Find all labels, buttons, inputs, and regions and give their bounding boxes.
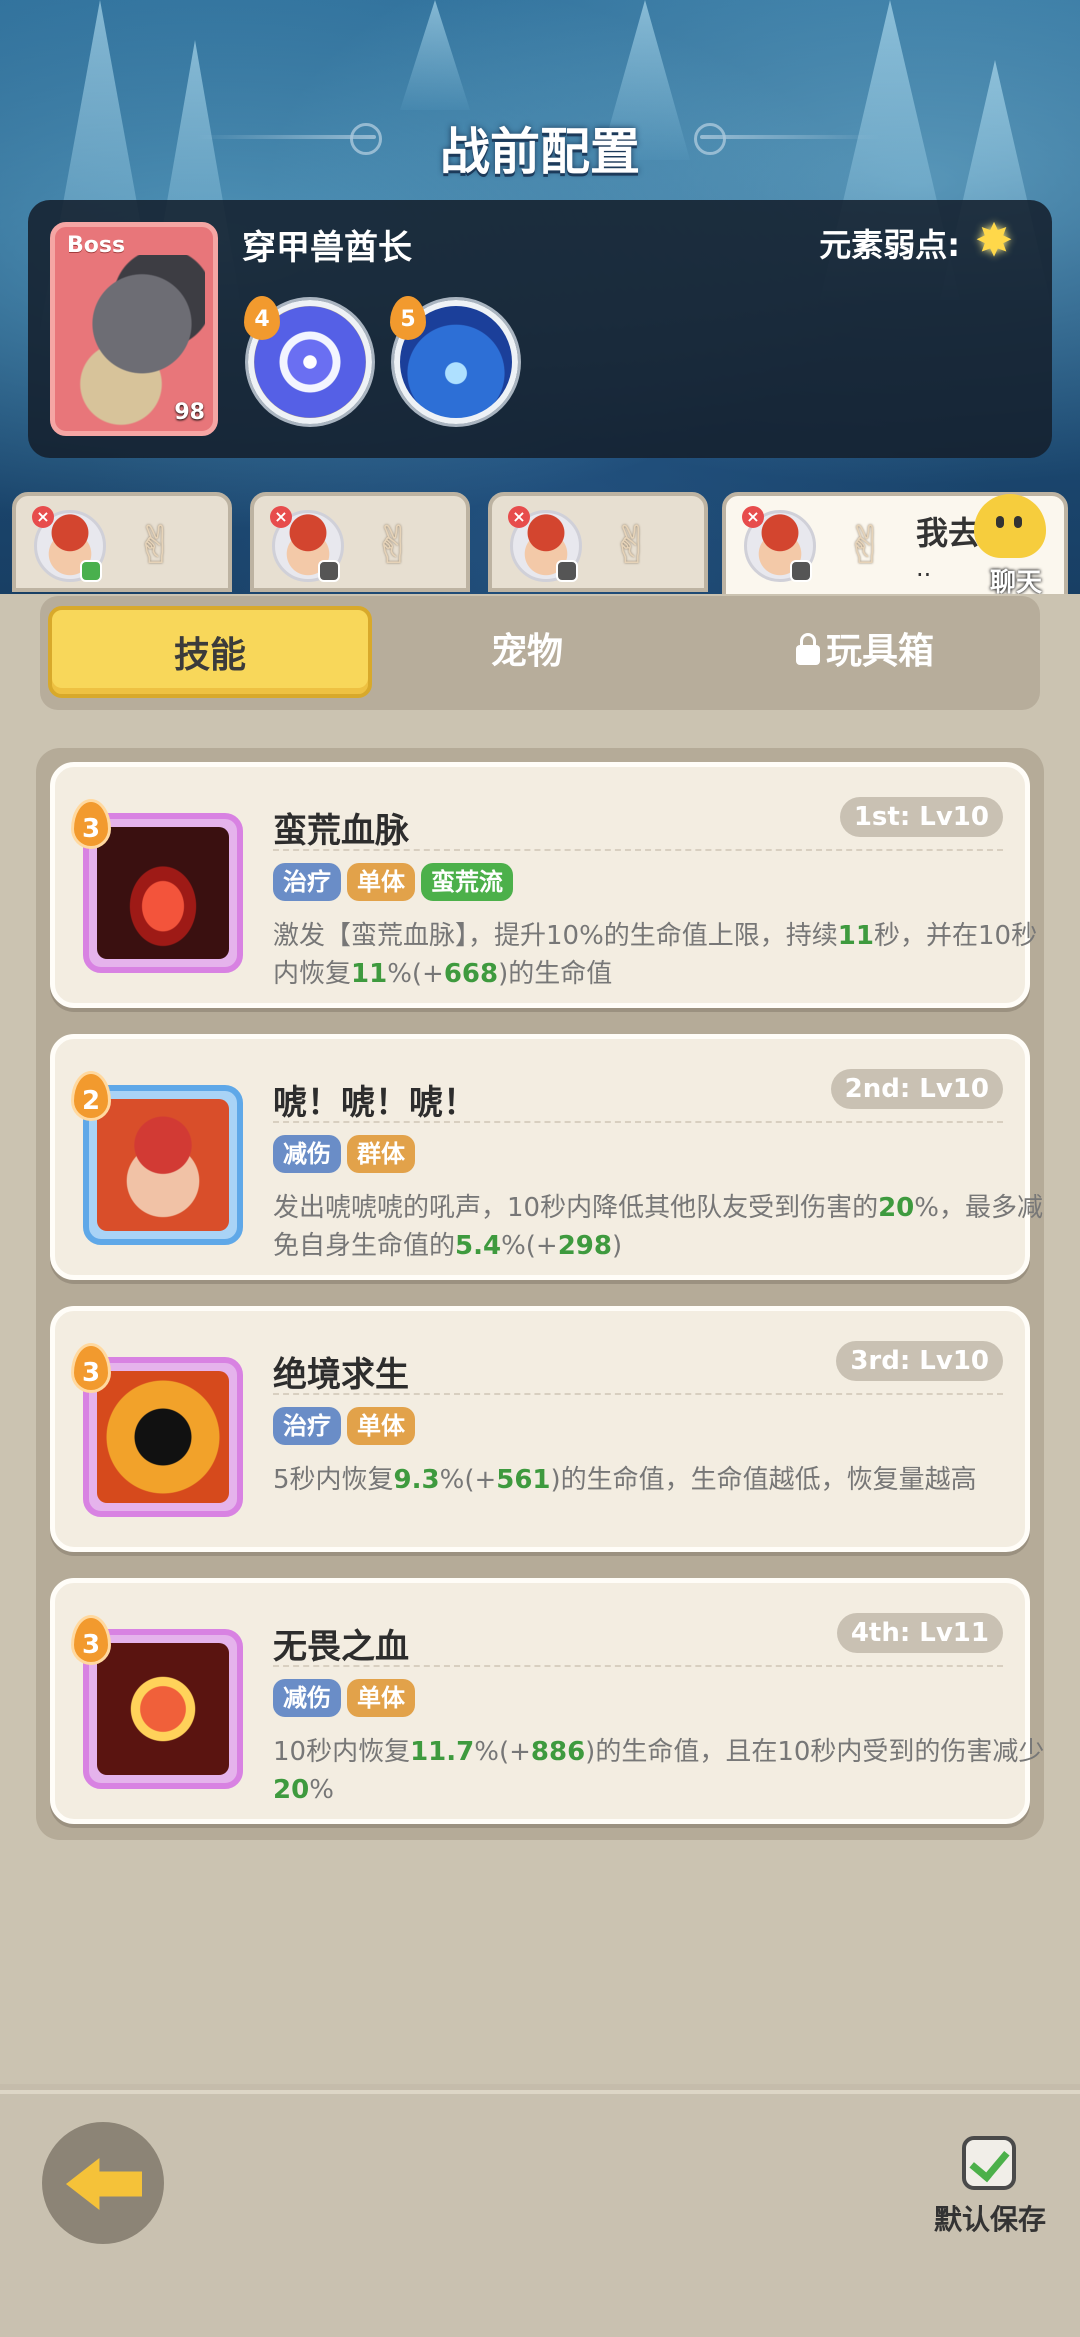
skill-rank-badge: 1st: Lv10: [839, 797, 1003, 837]
divider: [273, 1121, 1003, 1123]
skill-card[interactable]: 3 无畏之血 4th: Lv11 减伤 单体 10秒内恢复11.7%(+886)的…: [50, 1578, 1044, 1824]
skill-rank-badge: 3rd: Lv10: [836, 1341, 1003, 1381]
skill-level-badge: 3: [71, 1615, 111, 1665]
tab-pet[interactable]: 宠物: [382, 606, 672, 698]
skill-name: 无畏之血: [273, 1627, 409, 1667]
skill-description: 激发【蛮荒血脉】，提升10%的生命值上限，持续11秒，并在10秒内恢复11%(+…: [273, 921, 1038, 989]
lock-icon: [795, 633, 820, 665]
hero-tab-3[interactable]: × ✌: [488, 492, 708, 592]
skill-card[interactable]: 2 唬！唬！唬！ 2nd: Lv10 减伤 群体 发出唬唬唬的吼声，10秒内降低其…: [50, 1034, 1043, 1280]
back-button[interactable]: [42, 2122, 164, 2244]
divider: [273, 1393, 1003, 1395]
remove-icon: ×: [32, 506, 54, 528]
hand-sign-icon: ✌: [844, 516, 888, 576]
skill-tag: 治疗: [273, 1407, 341, 1445]
device-icon: [318, 560, 340, 582]
skill-description: 发出唬唬唬的吼声，10秒内降低其他队友受到伤害的20%，最多减免自身生命值的5.…: [273, 1193, 1043, 1261]
bottom-bar: [0, 2090, 1080, 2337]
checkbox-checked-icon[interactable]: [962, 2136, 1016, 2190]
skill-card[interactable]: 3 绝境求生 3rd: Lv10 治疗 单体 5秒内恢复9.3%(+561)的生命…: [50, 1306, 1030, 1552]
tab-bar: 技能 宠物 玩具箱: [40, 596, 1040, 710]
skill-tag: 蛮荒流: [421, 863, 513, 901]
skill-rank-badge: 2nd: Lv10: [830, 1069, 1003, 1109]
skill-list: 3 蛮荒血脉 1st: Lv10 治疗 单体 蛮荒流 激发【蛮荒血脉】，提升10%的…: [36, 748, 1044, 1840]
skill-tag: 减伤: [273, 1679, 341, 1717]
skill-description: 10秒内恢复11.7%(+886)的生命值，且在10秒内受到的伤害减少20%: [273, 1737, 1045, 1805]
remove-icon: ×: [270, 506, 292, 528]
skill-tag: 单体: [347, 1679, 415, 1717]
divider: [273, 849, 1003, 851]
tab-skill[interactable]: 技能: [48, 606, 372, 698]
boss-card[interactable]: Boss 98: [50, 222, 218, 436]
skill-tag: 治疗: [273, 863, 341, 901]
skill-description: 5秒内恢复9.3%(+561)的生命值，生命值越低，恢复量越高: [273, 1465, 977, 1495]
skill-card[interactable]: 3 蛮荒血脉 1st: Lv10 治疗 单体 蛮荒流 激发【蛮荒血脉】，提升10%的…: [50, 762, 1037, 1008]
boss-name: 穿甲兽酋长: [242, 228, 412, 268]
skill-tag: 单体: [347, 1407, 415, 1445]
orb-level-badge: 5: [390, 296, 426, 340]
skill-rank-badge: 4th: Lv11: [836, 1613, 1003, 1653]
skill-level-badge: 3: [71, 799, 111, 849]
skill-tag: 减伤: [273, 1135, 341, 1173]
remove-icon: ×: [508, 506, 530, 528]
weakness-label: 元素弱点:: [819, 226, 960, 264]
skill-tag: 群体: [347, 1135, 415, 1173]
device-icon: [80, 560, 102, 582]
page-title: 战前配置: [440, 123, 640, 181]
boss-info-panel: Boss 98 穿甲兽酋长 元素弱点: ✸ 4 5: [28, 200, 1052, 458]
skill-name: 绝境求生: [273, 1355, 409, 1395]
star-burst-icon: ✸: [974, 213, 1014, 267]
back-arrow-icon: [66, 2158, 142, 2210]
chat-face-icon[interactable]: [974, 494, 1046, 558]
orb-level-badge: 4: [244, 296, 280, 340]
boss-level: 98: [174, 400, 205, 425]
skill-tag: 单体: [347, 863, 415, 901]
device-icon: [556, 560, 578, 582]
skill-name: 蛮荒血脉: [273, 811, 409, 851]
divider: [273, 1665, 1003, 1667]
skill-name: 唬！唬！唬！: [273, 1083, 477, 1123]
default-save-label[interactable]: 默认保存: [934, 2198, 1046, 2238]
hero-status-dots: ..: [916, 554, 932, 582]
tab-toy[interactable]: 玩具箱: [720, 606, 1010, 698]
device-icon: [790, 560, 812, 582]
skill-level-badge: 2: [71, 1071, 111, 1121]
hero-tab-1[interactable]: × ✌: [12, 492, 232, 592]
tab-toy-label: 玩具箱: [825, 631, 934, 672]
remove-icon: ×: [742, 506, 764, 528]
hero-tab-2[interactable]: × ✌: [250, 492, 470, 592]
hand-sign-icon: ✌: [372, 516, 416, 576]
hand-sign-icon: ✌: [134, 516, 178, 576]
hand-sign-icon: ✌: [610, 516, 654, 576]
skill-level-badge: 3: [71, 1343, 111, 1393]
boss-tag: Boss: [67, 233, 126, 258]
